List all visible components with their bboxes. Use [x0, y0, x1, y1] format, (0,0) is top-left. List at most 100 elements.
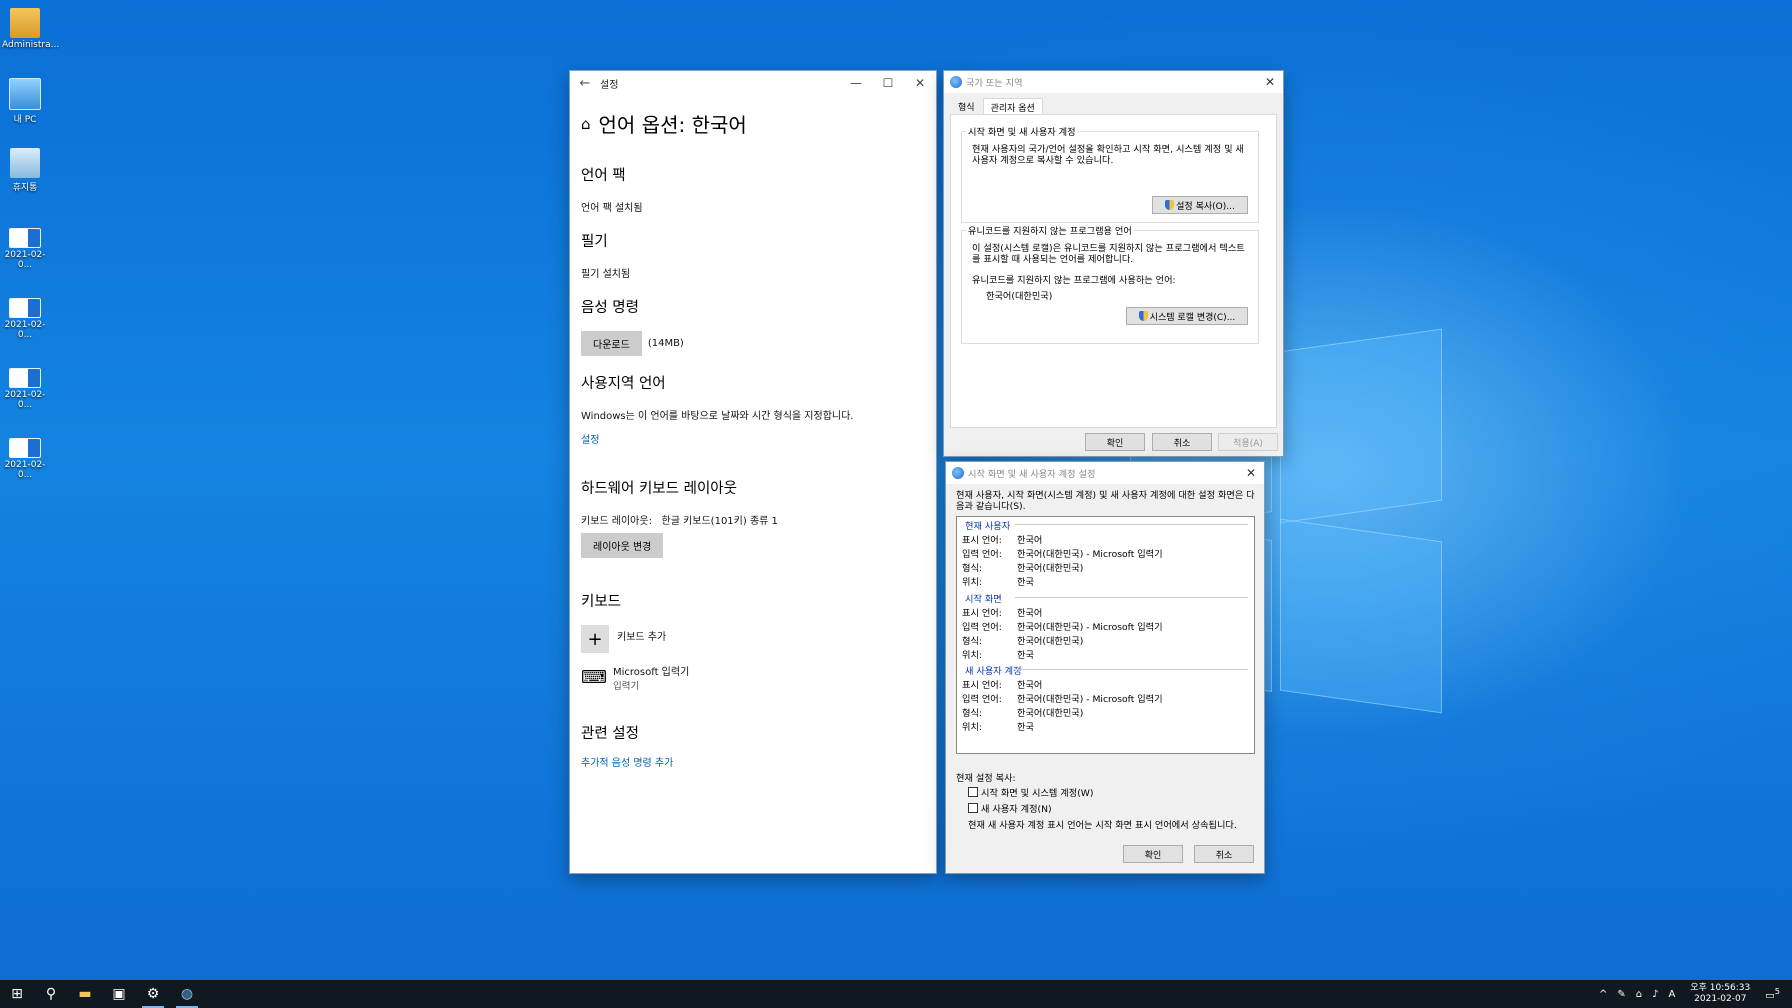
checkbox-welcome-system[interactable]: 시작 화면 및 시스템 계정(W): [968, 785, 1093, 799]
store-button[interactable]: ▣: [102, 980, 136, 1008]
keyboard-item-microsoft-ime[interactable]: ⌨ Microsoft 입력기 입력기: [581, 663, 925, 693]
file-explorer-button[interactable]: ▬: [68, 980, 102, 1008]
ok-button[interactable]: 확인: [1123, 845, 1183, 863]
region-taskbar-button[interactable]: ◍: [170, 980, 204, 1008]
settings-summary-list[interactable]: 현재 사용자 표시 언어: 한국어 입력 언어: 한국어(대한민국) - Micro…: [956, 516, 1255, 754]
ok-button[interactable]: 확인: [1085, 433, 1145, 451]
close-icon[interactable]: ✕: [1238, 466, 1264, 480]
volume-icon[interactable]: ♪: [1652, 989, 1658, 1000]
network-icon[interactable]: ⌂: [1636, 989, 1642, 1000]
desktop-icon-label: 내 PC: [13, 115, 37, 125]
copy-dialog-intro: 현재 사용자, 시작 화면(시스템 계정) 및 새 사용자 계정에 대한 설정 …: [956, 490, 1255, 512]
welcome-group-desc: 현재 사용자의 국가/언어 설정을 확인하고 시작 화면, 시스템 계정 및 새: [972, 144, 1244, 155]
clock[interactable]: 오후 10:56:33 2021-02-07: [1690, 983, 1750, 1005]
region-dialog: 국가 또는 지역 ✕ 형식 관리자 옵션 시작 화면 및 새 사용자 계정 현재…: [944, 71, 1283, 456]
section-welcome-screen: 시작 화면: [965, 591, 1248, 605]
keyboard-icon: ⌨: [581, 666, 607, 688]
settings-taskbar-button[interactable]: ⚙: [136, 980, 170, 1008]
desktop-icon-label: 2021-02-0...: [4, 250, 46, 270]
list-item: 형식: 한국어(대한민국): [962, 708, 1084, 719]
checkbox-box[interactable]: [968, 787, 978, 797]
search-button[interactable]: ⚲: [34, 980, 68, 1008]
keyboard-item-name: Microsoft 입력기: [613, 667, 690, 678]
pen-icon[interactable]: ✎: [1617, 989, 1625, 1000]
copy-settings-button[interactable]: 설정 복사(O)...: [1152, 196, 1248, 214]
inheritance-note: 현재 새 사용자 계정 표시 언어는 시작 화면 표시 언어에서 상속됩니다.: [968, 820, 1237, 831]
add-keyboard-button[interactable]: + 키보드 추가: [581, 625, 925, 653]
desktop-icon-user[interactable]: Administra...: [2, 8, 59, 50]
checkbox-new-users[interactable]: 새 사용자 계정(N): [968, 801, 1052, 815]
folder-icon: ▬: [78, 986, 92, 1002]
apply-button[interactable]: 적용(A): [1218, 433, 1278, 451]
regional-language-desc: Windows는 이 언어를 바탕으로 날짜와 시간 형식을 지정합니다.: [581, 411, 854, 422]
welcome-group: 시작 화면 및 새 사용자 계정 현재 사용자의 국가/언어 설정을 확인하고 …: [961, 124, 1259, 223]
add-speech-commands-link[interactable]: 추가적 음성 명령 추가: [581, 758, 673, 769]
uac-shield-icon: [1165, 200, 1175, 210]
cancel-button[interactable]: 취소: [1152, 433, 1212, 451]
nonunicode-group-legend: 유니코드를 지원하지 않는 프로그램용 언어: [966, 223, 1134, 237]
region-dialog-titlebar: 국가 또는 지역 ✕: [944, 71, 1283, 93]
nonunicode-group: 유니코드를 지원하지 않는 프로그램용 언어 이 설정(시스템 로캘)은 유니코…: [961, 223, 1259, 344]
ime-indicator[interactable]: A: [1669, 989, 1676, 1000]
language-pack-status: 언어 팩 설치됨: [581, 203, 643, 214]
screenshot-file-icon: [9, 438, 41, 458]
list-item: 표시 언어: 한국어: [962, 608, 1043, 619]
page-title: ⌂ 언어 옵션: 한국어: [581, 109, 925, 138]
section-current-user: 현재 사용자: [965, 518, 1248, 532]
section-new-user-accounts: 새 사용자 계정: [965, 663, 1248, 677]
download-button[interactable]: 다운로드: [581, 331, 642, 356]
pc-icon: [9, 78, 41, 110]
globe-icon: [950, 76, 962, 88]
maximize-icon[interactable]: ☐: [872, 76, 904, 90]
desktop-icon-file-1[interactable]: 2021-02-0...: [2, 228, 48, 270]
close-icon[interactable]: ✕: [904, 76, 936, 90]
speech-heading: 음성 명령: [581, 300, 639, 316]
regional-settings-link[interactable]: 설정: [581, 435, 599, 446]
dialog-title: 시작 화면 및 새 사용자 계정 설정: [968, 469, 1096, 480]
keyboards-heading: 키보드: [581, 594, 622, 610]
desktop-icon-file-2[interactable]: 2021-02-0...: [2, 298, 48, 340]
clock-time: 오후 10:56:33: [1690, 983, 1751, 993]
welcome-group-desc: 사용자 계정으로 복사할 수 있습니다.: [972, 155, 1114, 166]
desktop-icon-file-3[interactable]: 2021-02-0...: [2, 368, 48, 410]
home-icon[interactable]: ⌂: [581, 115, 591, 133]
windows-logo-icon: ⊞: [11, 986, 23, 1002]
desktop-icon-label: 2021-02-0...: [4, 390, 46, 410]
list-item: 표시 언어: 한국어: [962, 680, 1043, 691]
start-button[interactable]: ⊞: [0, 980, 34, 1008]
screenshot-file-icon: [9, 228, 41, 248]
settings-titlebar: ← 설정 — ☐ ✕: [570, 71, 936, 95]
desktop-icon-file-4[interactable]: 2021-02-0...: [2, 438, 48, 480]
cancel-button[interactable]: 취소: [1194, 845, 1254, 863]
change-layout-button[interactable]: 레이아웃 변경: [581, 533, 664, 558]
chevron-up-icon[interactable]: ^: [1599, 989, 1607, 1000]
list-item: 형식: 한국어(대한민국): [962, 636, 1084, 647]
copy-current-settings-label: 현재 설정 복사:: [956, 773, 1016, 784]
list-item: 형식: 한국어(대한민국): [962, 563, 1084, 574]
nonunicode-group-desc: 이 설정(시스템 로캘)은 유니코드를 지원하지 않는 프로그램에서 텍스트: [972, 243, 1245, 254]
change-system-locale-button[interactable]: 시스템 로캘 변경(C)...: [1126, 307, 1248, 325]
copy-dialog-titlebar: 시작 화면 및 새 사용자 계정 설정 ✕: [946, 462, 1264, 484]
list-item: 위치: 한국: [962, 650, 1034, 661]
screenshot-file-icon: [9, 298, 41, 318]
back-arrow-icon[interactable]: ←: [570, 76, 600, 91]
nonunicode-group-desc: 를 표시할 때 사용되는 언어를 제어합니다.: [972, 254, 1134, 265]
settings-window: ← 설정 — ☐ ✕ ⌂ 언어 옵션: 한국어 언어 팩 언어 팩 설치됨 필기…: [570, 71, 936, 873]
administrative-panel: 시작 화면 및 새 사용자 계정 현재 사용자의 국가/언어 설정을 확인하고 …: [950, 114, 1277, 428]
list-item: 표시 언어: 한국어: [962, 535, 1043, 546]
desktop-icon-this-pc[interactable]: 내 PC: [2, 78, 48, 125]
store-bag-icon: ▣: [112, 986, 126, 1002]
list-item: 입력 언어: 한국어(대한민국) - Microsoft 입력기: [962, 694, 1163, 705]
checkbox-box[interactable]: [968, 803, 978, 813]
keyboard-layout-value: 한글 키보드(101키) 종류 1: [661, 516, 778, 527]
desktop-icon-recycle-bin[interactable]: 휴지통: [2, 148, 48, 193]
welcome-group-legend: 시작 화면 및 새 사용자 계정: [966, 124, 1078, 138]
user-folder-icon: [10, 8, 40, 38]
search-icon: ⚲: [45, 986, 57, 1002]
minimize-icon[interactable]: —: [840, 76, 872, 90]
screenshot-file-icon: [9, 368, 41, 388]
notification-center-icon[interactable]: ▭5: [1765, 986, 1780, 1001]
handwriting-heading: 필기: [581, 234, 608, 250]
uac-shield-icon: [1138, 311, 1148, 321]
close-icon[interactable]: ✕: [1257, 75, 1283, 89]
